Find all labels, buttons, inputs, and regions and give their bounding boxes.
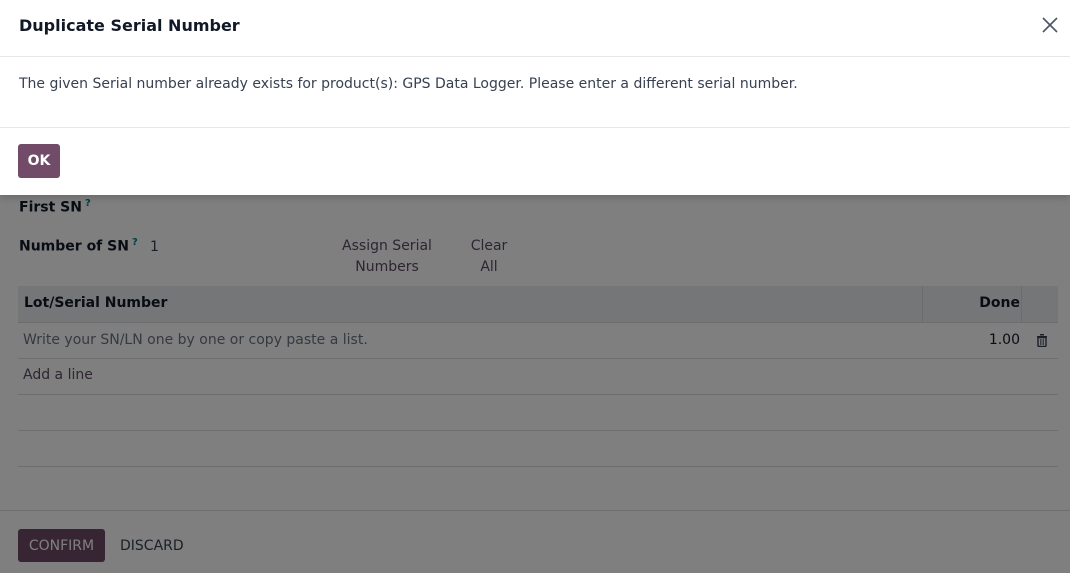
dialog-title: Duplicate Serial Number: [19, 16, 240, 35]
dialog-body: The given Serial number already exists f…: [0, 57, 1070, 128]
duplicate-serial-dialog: Duplicate Serial Number The given Serial…: [0, 0, 1070, 195]
close-icon[interactable]: [1040, 15, 1060, 35]
dialog-header: Duplicate Serial Number: [0, 0, 1070, 57]
dialog-message: The given Serial number already exists f…: [19, 76, 798, 92]
ok-button[interactable]: OK: [18, 144, 60, 178]
